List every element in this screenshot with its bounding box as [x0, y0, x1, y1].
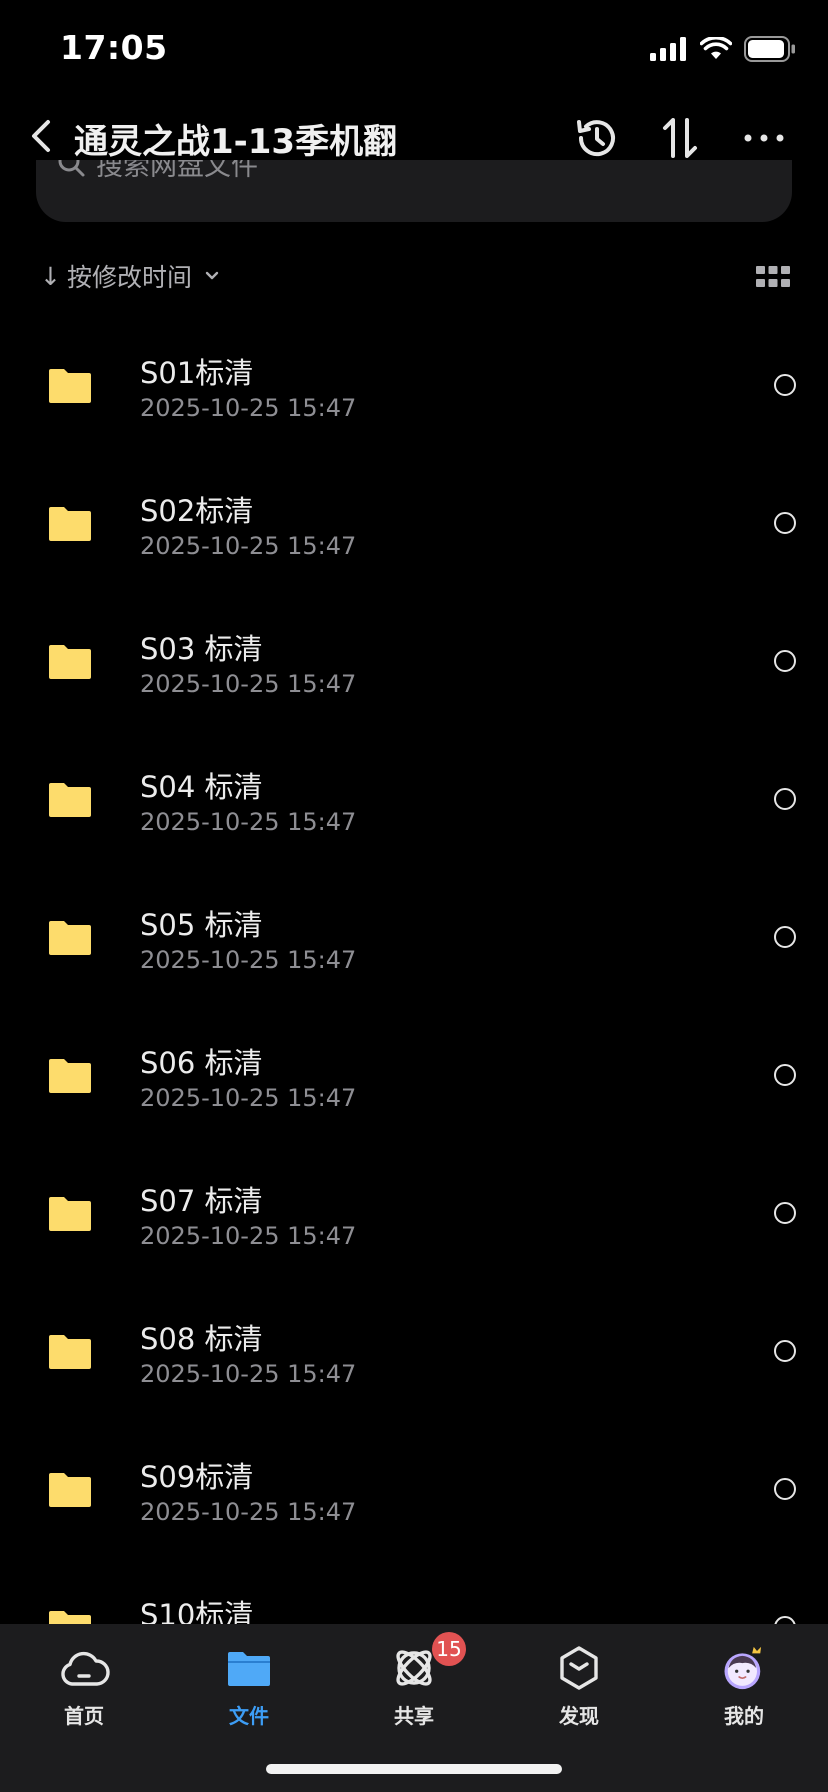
folder-icon [49, 921, 91, 955]
more-button[interactable] [736, 110, 792, 166]
select-circle[interactable] [774, 1616, 796, 1624]
sort-dropdown[interactable]: ↓ 按修改时间 [40, 258, 222, 294]
grid-icon [756, 266, 790, 287]
folder-icon [49, 369, 91, 403]
folder-icon [49, 1473, 91, 1507]
tab-mine[interactable]: 我的 [684, 1642, 804, 1742]
sort-toggle-button[interactable] [652, 110, 708, 166]
select-circle[interactable] [774, 1478, 796, 1500]
file-name: S09标清 [140, 1460, 254, 1494]
history-button[interactable] [568, 110, 624, 166]
select-circle[interactable] [774, 1202, 796, 1224]
search-icon [58, 160, 85, 177]
tab-icon-wrap [58, 1642, 110, 1694]
cloud-icon [61, 1651, 110, 1686]
list-item[interactable]: S10标清 [0, 1558, 828, 1624]
file-date: 2025-10-25 15:47 [140, 670, 357, 698]
tab-label: 首页 [64, 1704, 104, 1728]
folder-icon [49, 1059, 91, 1093]
file-date: 2025-10-25 15:47 [140, 1222, 357, 1250]
file-date: 2025-10-25 15:47 [140, 1498, 357, 1526]
page-title: 通灵之战1-13季机翻 [74, 122, 398, 162]
sort-arrows-icon [663, 118, 697, 158]
file-name: S04 标清 [140, 770, 263, 804]
file-date: 2025-10-25 15:47 [140, 946, 357, 974]
tab-icon-wrap [553, 1642, 605, 1694]
battery-icon [744, 36, 795, 62]
tab-label: 我的 [724, 1704, 764, 1728]
folder-icon [49, 645, 91, 679]
status-time: 17:05 [60, 28, 168, 67]
search-bar[interactable]: 搜索网盘文件 [36, 160, 792, 222]
file-date: 2025-10-25 15:47 [140, 532, 357, 560]
more-icon [744, 134, 784, 142]
tab-bar: 首页 文件 共享 15 发现 我的 [0, 1624, 828, 1792]
select-circle[interactable] [774, 512, 796, 534]
share-icon [396, 1650, 432, 1686]
search-inner: 搜索网盘文件 [56, 160, 258, 188]
tab-files[interactable]: 文件 [189, 1642, 309, 1742]
tab-label: 发现 [559, 1704, 599, 1728]
sort-label: 按修改时间 [66, 263, 192, 292]
tab-home[interactable]: 首页 [24, 1642, 144, 1742]
file-name: S06 标清 [140, 1046, 263, 1080]
file-date: 2025-10-25 15:47 [140, 808, 357, 836]
list-item[interactable]: S07 标清 2025-10-25 15:47 [0, 1144, 828, 1282]
list-item[interactable]: S01标清 2025-10-25 15:47 [0, 316, 828, 454]
select-circle[interactable] [774, 1064, 796, 1086]
tab-icon-wrap [718, 1642, 770, 1694]
home-indicator[interactable] [266, 1764, 562, 1774]
tab-label: 共享 [394, 1704, 434, 1728]
folder-icon [49, 783, 91, 817]
list-item[interactable]: S09标清 2025-10-25 15:47 [0, 1420, 828, 1558]
folder-icon [228, 1652, 270, 1686]
list-item[interactable]: S05 标清 2025-10-25 15:47 [0, 868, 828, 1006]
list-item[interactable]: S02标清 2025-10-25 15:47 [0, 454, 828, 592]
list-item[interactable]: S04 标清 2025-10-25 15:47 [0, 730, 828, 868]
grid-view-button[interactable] [756, 266, 790, 288]
list-item[interactable]: S08 标清 2025-10-25 15:47 [0, 1282, 828, 1420]
wifi-icon [700, 37, 732, 59]
select-circle[interactable] [774, 374, 796, 396]
back-button[interactable] [22, 112, 66, 160]
file-name: S05 标清 [140, 908, 263, 942]
select-circle[interactable] [774, 788, 796, 810]
notification-badge: 15 [432, 1632, 466, 1666]
folder-icon [49, 507, 91, 541]
search-placeholder: 搜索网盘文件 [96, 160, 258, 182]
folder-icon [49, 1611, 91, 1624]
list-item[interactable]: S03 标清 2025-10-25 15:47 [0, 592, 828, 730]
file-name: S08 标清 [140, 1322, 263, 1356]
history-icon [577, 120, 615, 157]
tab-icon-wrap [223, 1642, 275, 1694]
select-circle[interactable] [774, 926, 796, 948]
chevron-left-icon [32, 120, 50, 152]
file-name: S07 标清 [140, 1184, 263, 1218]
file-name: S01标清 [140, 356, 254, 390]
file-name: S10标清 [140, 1598, 254, 1624]
signal-icon [650, 37, 686, 61]
status-bar: 17:05 [0, 0, 828, 100]
file-date: 2025-10-25 15:47 [140, 1360, 357, 1388]
folder-icon [49, 1335, 91, 1369]
file-name: S02标清 [140, 494, 254, 528]
sort-bar: ↓ 按修改时间 [0, 258, 828, 298]
list-item[interactable]: S06 标清 2025-10-25 15:47 [0, 1006, 828, 1144]
select-circle[interactable] [774, 1340, 796, 1362]
file-date: 2025-10-25 15:47 [140, 1084, 357, 1112]
chevron-down-icon [205, 271, 219, 280]
file-name: S03 标清 [140, 632, 263, 666]
file-list: S01标清 2025-10-25 15:47 S02标清 2025-10-25 … [0, 316, 828, 1624]
avatar-icon [724, 1646, 762, 1690]
tab-label: 文件 [229, 1704, 269, 1728]
discover-icon [560, 1646, 598, 1690]
tab-discover[interactable]: 发现 [519, 1642, 639, 1742]
folder-icon [49, 1197, 91, 1231]
select-circle[interactable] [774, 650, 796, 672]
status-icons [650, 36, 796, 62]
file-date: 2025-10-25 15:47 [140, 394, 357, 422]
sort-direction-icon: ↓ [40, 261, 61, 291]
